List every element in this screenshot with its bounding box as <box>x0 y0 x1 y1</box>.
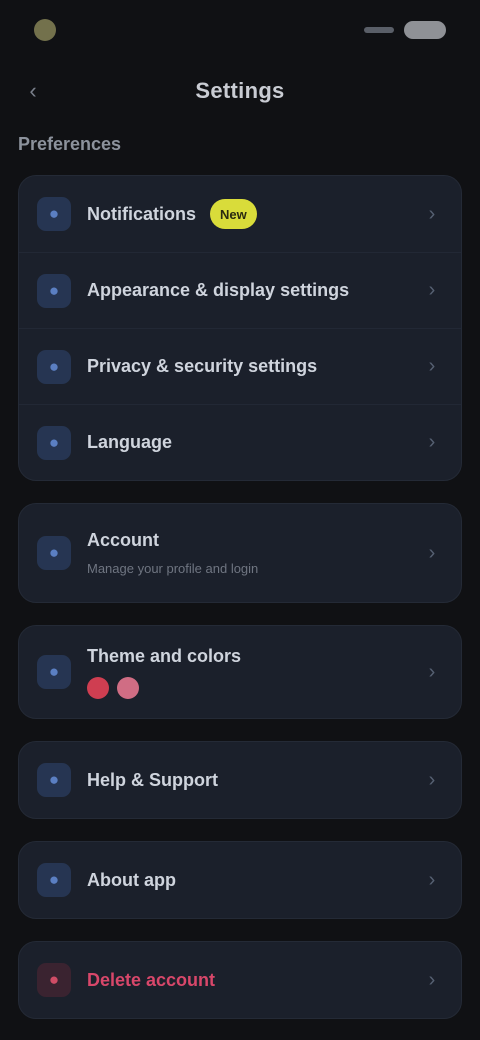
lock-icon: ● <box>37 349 71 384</box>
chevron-right-icon: › <box>428 355 436 377</box>
row-body: Help & Support <box>87 770 419 791</box>
section-label: Preferences <box>18 134 122 154</box>
status-indicator <box>34 19 56 41</box>
settings-row-notifications[interactable]: ● Notifications New › <box>19 176 461 252</box>
chevron-right-icon: › <box>428 768 436 791</box>
status-bar <box>0 0 480 60</box>
palette-icon: ● <box>37 273 71 308</box>
row-body: Privacy & security settings <box>87 356 419 377</box>
color-swatches <box>87 676 419 699</box>
color-swatch-pink[interactable] <box>117 676 139 699</box>
row-body: Delete account <box>87 970 419 991</box>
chevron-right-icon: › <box>428 968 436 991</box>
new-badge: New <box>210 199 257 229</box>
row-label: Privacy & security settings <box>87 356 318 376</box>
settings-group: ● Notifications New › ● Appearance & dis… <box>18 175 462 481</box>
row-body: Notifications New <box>87 199 419 229</box>
row-label: Delete account <box>87 969 216 990</box>
signal-icon <box>364 27 394 33</box>
row-label: Account <box>87 530 159 550</box>
settings-row-about[interactable]: ● About app › <box>19 842 461 918</box>
row-subtitle: Manage your profile and login <box>87 561 259 576</box>
settings-row-account[interactable]: ● Account Manage your profile and login … <box>19 504 461 602</box>
color-swatch-red[interactable] <box>87 676 109 699</box>
row-label: About app <box>87 869 176 890</box>
chevron-right-icon: › <box>428 660 436 683</box>
row-label: Language <box>87 432 173 452</box>
label-line: Notifications New <box>87 199 419 229</box>
settings-row-help[interactable]: ● Help & Support › <box>19 742 461 818</box>
status-right <box>364 21 446 39</box>
row-label: Theme and colors <box>87 645 242 666</box>
chevron-right-icon: › <box>428 279 436 301</box>
settings-row-delete-account[interactable]: ● Delete account › <box>19 942 461 1018</box>
settings-row-appearance[interactable]: ● Appearance & display settings › <box>19 252 461 328</box>
brush-icon: ● <box>37 655 71 689</box>
chevron-right-icon: › <box>428 868 436 891</box>
row-body: Appearance & display settings <box>87 280 419 301</box>
row-body: About app <box>87 870 419 891</box>
trash-icon: ● <box>37 963 71 997</box>
page-title: Settings <box>195 78 285 103</box>
settings-group: ● Account Manage your profile and login … <box>18 503 462 603</box>
back-arrow-icon: ‹ <box>29 78 37 103</box>
chevron-right-icon: › <box>428 202 436 225</box>
row-label: Appearance & display settings <box>87 280 350 300</box>
header: ‹ Settings <box>0 60 480 122</box>
globe-icon: ● <box>37 425 71 460</box>
row-body: Account Manage your profile and login <box>87 530 419 576</box>
help-icon: ● <box>37 763 71 797</box>
info-icon: ● <box>37 863 71 897</box>
settings-row-language[interactable]: ● Language › <box>19 404 461 480</box>
settings-group: ● Help & Support › <box>18 741 462 819</box>
row-label: Notifications <box>87 203 197 224</box>
chevron-right-icon: › <box>428 541 436 564</box>
settings-group: ● Delete account › <box>18 941 462 1019</box>
bell-icon: ● <box>37 197 71 231</box>
settings-row-theme[interactable]: ● Theme and colors › <box>19 626 461 718</box>
row-label: Help & Support <box>87 769 218 790</box>
chevron-right-icon: › <box>428 431 436 453</box>
back-button[interactable]: ‹ <box>18 76 48 106</box>
settings-row-privacy[interactable]: ● Privacy & security settings › <box>19 328 461 404</box>
settings-group: ● About app › <box>18 841 462 919</box>
settings-group: ● Theme and colors › <box>18 625 462 719</box>
row-body: Language <box>87 432 419 453</box>
user-icon: ● <box>37 536 71 570</box>
status-left <box>34 19 66 41</box>
row-body: Theme and colors <box>87 646 419 699</box>
battery-icon <box>404 21 446 39</box>
